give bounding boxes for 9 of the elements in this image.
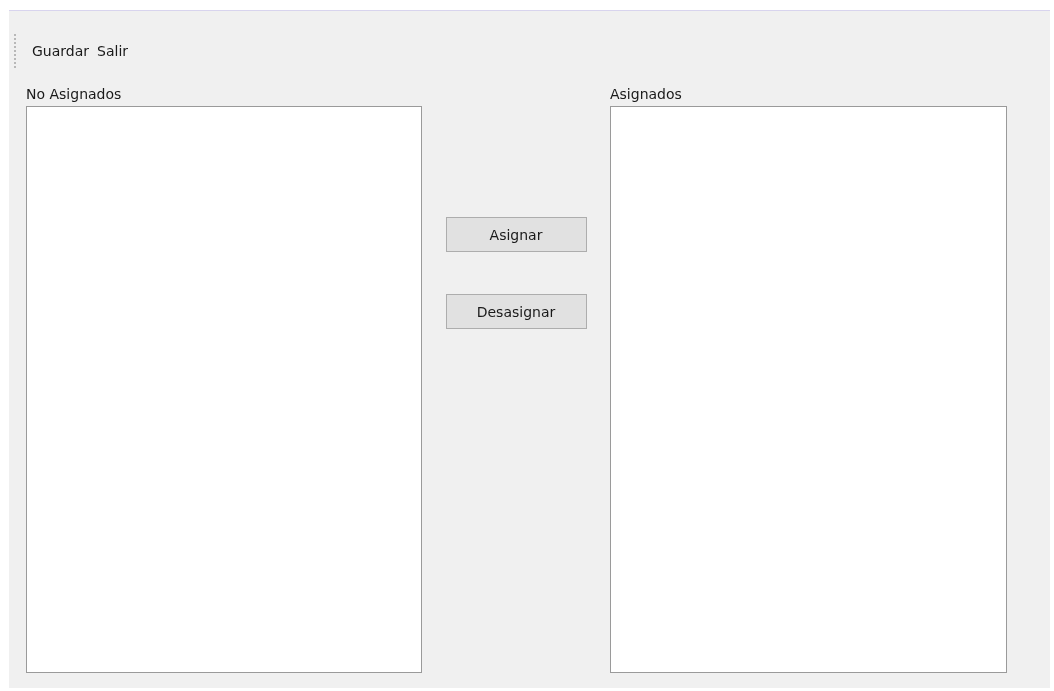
assign-button[interactable]: Asignar [445, 217, 587, 252]
toolbar-grip[interactable] [14, 34, 18, 68]
unassign-button[interactable]: Desasignar [445, 294, 587, 329]
list-label: No Asignados [26, 85, 123, 104]
assigned-list[interactable] [610, 106, 1007, 673]
unassigned-list[interactable] [26, 106, 422, 673]
list-label: Asignados [610, 85, 683, 104]
toolbar-item[interactable]: Guardar [32, 43, 90, 59]
toolbar-item[interactable]: Salir [97, 43, 129, 59]
